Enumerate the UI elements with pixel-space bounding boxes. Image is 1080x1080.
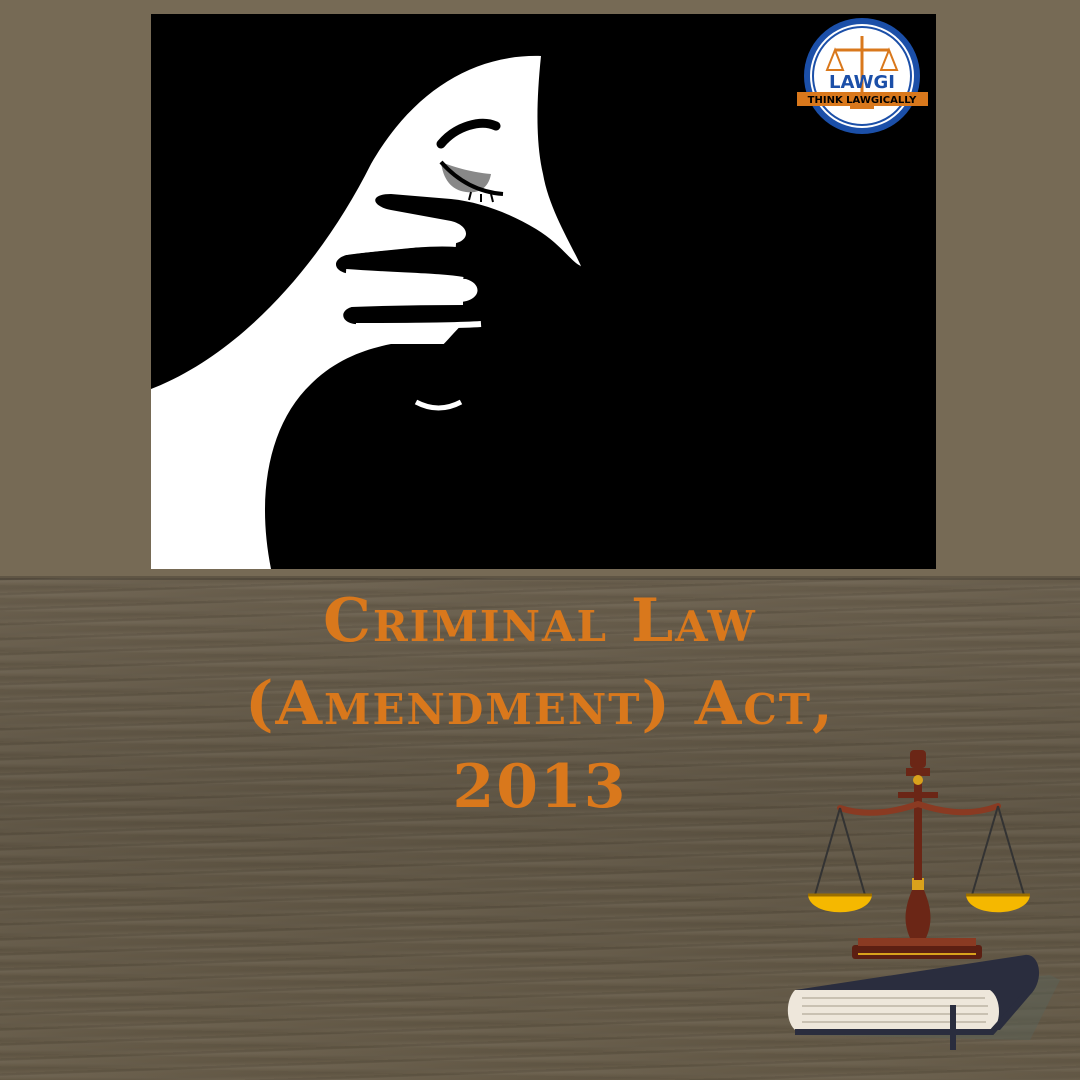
scales-on-book — [780, 740, 1070, 1060]
title-line-2: (Amendment) Act, — [245, 669, 835, 739]
lawgi-logo: LAWGI THINK LAWGICALLY — [795, 14, 930, 139]
scales-of-justice-icon: LAWGI THINK LAWGICALLY — [797, 18, 928, 134]
title-line-1: Criminal Law — [323, 586, 757, 656]
scales-on-book-icon — [787, 750, 1060, 1050]
logo-tagline: THINK LAWGICALLY — [808, 95, 917, 106]
logo-brand-text: LAWGI — [829, 72, 895, 93]
